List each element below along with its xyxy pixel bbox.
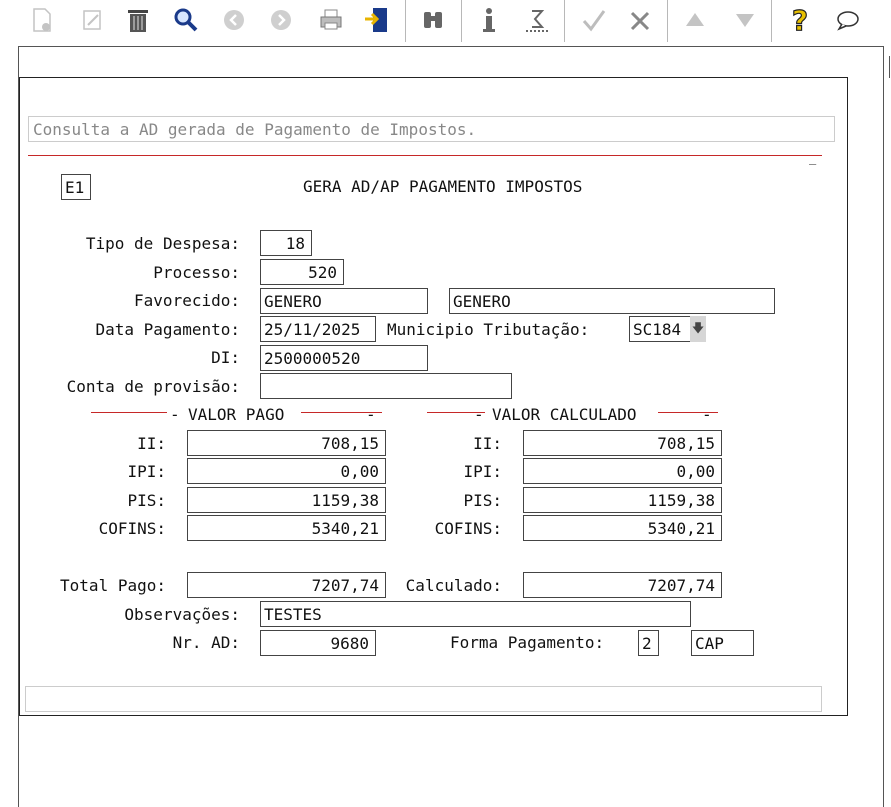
data-pagamento-input[interactable]: 25/11/2025 (260, 316, 376, 342)
di-label: DI: (211, 348, 240, 367)
message-field: Consulta a AD gerada de Pagamento de Imp… (28, 116, 835, 142)
pago-ii-input[interactable]: 708,15 (187, 430, 386, 456)
cancel-icon[interactable] (625, 4, 655, 36)
calc-cofins-input[interactable]: 5340,21 (523, 515, 722, 541)
pago-ii-label: II: (137, 434, 166, 453)
export-icon[interactable] (362, 4, 392, 36)
observacoes-label: Observações: (124, 605, 240, 624)
favorecido-label: Favorecido: (134, 291, 240, 310)
observacoes-input[interactable]: TESTES (260, 601, 691, 627)
down-icon[interactable] (730, 4, 760, 36)
calc-ipi-input[interactable]: 0,00 (523, 458, 722, 484)
svg-text:?: ? (792, 5, 808, 35)
total-pago-label: Total Pago: (60, 576, 166, 595)
binoculars-icon[interactable] (418, 4, 448, 36)
pago-pis-label: PIS: (127, 491, 166, 510)
data-pagamento-label: Data Pagamento: (95, 320, 241, 339)
valor-pago-header: VALOR PAGO (188, 405, 285, 424)
pago-cofins-label: COFINS: (98, 519, 166, 538)
up-icon[interactable] (680, 4, 710, 36)
municipio-label: Municipio Tributação: (387, 320, 590, 339)
forma-pagamento-input[interactable]: CAP (691, 630, 754, 656)
valor-pago-line-left (91, 412, 167, 413)
tipo-despesa-input[interactable]: 18 (260, 230, 312, 256)
search-icon[interactable] (171, 4, 201, 36)
processo-label: Processo: (153, 263, 240, 282)
info-icon[interactable] (474, 4, 504, 36)
calc-pis-input[interactable]: 1159,38 (523, 487, 722, 513)
red-divider (28, 155, 822, 156)
favorecido-name-input[interactable]: GENERO (449, 288, 775, 314)
print-icon[interactable] (316, 4, 346, 36)
valor-pago-dash-left: - (170, 405, 180, 424)
valor-calculado-header: VALOR CALCULADO (492, 405, 637, 424)
divider-mark: _ (809, 151, 817, 165)
calculado-label: Calculado: (405, 576, 502, 595)
comment-icon[interactable] (833, 4, 863, 36)
valor-pago-dash-right: - (366, 405, 376, 424)
valor-calc-dash-right: - (702, 405, 712, 424)
confirm-icon[interactable] (579, 4, 609, 36)
calc-ii-input[interactable]: 708,15 (523, 430, 722, 456)
previous-icon[interactable] (219, 4, 249, 36)
pago-ipi-label: IPI: (127, 462, 166, 481)
calc-pis-label: PIS: (463, 491, 502, 510)
page-title: GERA AD/AP PAGAMENTO IMPOSTOS (303, 177, 583, 196)
conta-provisao-input[interactable] (260, 373, 512, 399)
tipo-despesa-label: Tipo de Despesa: (85, 234, 240, 253)
conta-provisao-label: Conta de provisão: (66, 377, 240, 396)
pago-cofins-input[interactable]: 5340,21 (187, 515, 386, 541)
help-icon[interactable]: ? (785, 4, 815, 36)
toolbar: ? (0, 0, 891, 46)
calculado-input[interactable]: 7207,74 (523, 572, 722, 598)
right-edge-line (889, 56, 890, 78)
forma-pagamento-code-input[interactable]: 2 (638, 630, 659, 656)
valor-calc-dash-left: - (474, 405, 484, 424)
forma-pagamento-label: Forma Pagamento: (450, 633, 605, 652)
delete-icon[interactable] (123, 4, 153, 36)
edit-icon[interactable] (77, 4, 107, 36)
screen-code: E1 (61, 174, 91, 200)
total-pago-input[interactable]: 7207,74 (187, 572, 386, 598)
processo-input[interactable]: 520 (260, 259, 344, 285)
dropdown-arrow-icon[interactable]: 🡇 (690, 316, 706, 342)
sum-icon[interactable] (522, 4, 552, 36)
pago-pis-input[interactable]: 1159,38 (187, 487, 386, 513)
status-bar-field (25, 686, 822, 712)
calc-cofins-label: COFINS: (434, 519, 502, 538)
nr-ad-input[interactable]: 9680 (260, 630, 376, 656)
di-input[interactable]: 2500000520 (260, 345, 428, 371)
favorecido-input[interactable]: GENERO (260, 288, 428, 314)
municipio-select[interactable]: SC184 (629, 316, 691, 342)
new-icon[interactable] (27, 4, 57, 36)
pago-ipi-input[interactable]: 0,00 (187, 458, 386, 484)
calc-ipi-label: IPI: (463, 462, 502, 481)
next-icon[interactable] (266, 4, 296, 36)
calc-ii-label: II: (473, 434, 502, 453)
nr-ad-label: Nr. AD: (172, 633, 240, 652)
